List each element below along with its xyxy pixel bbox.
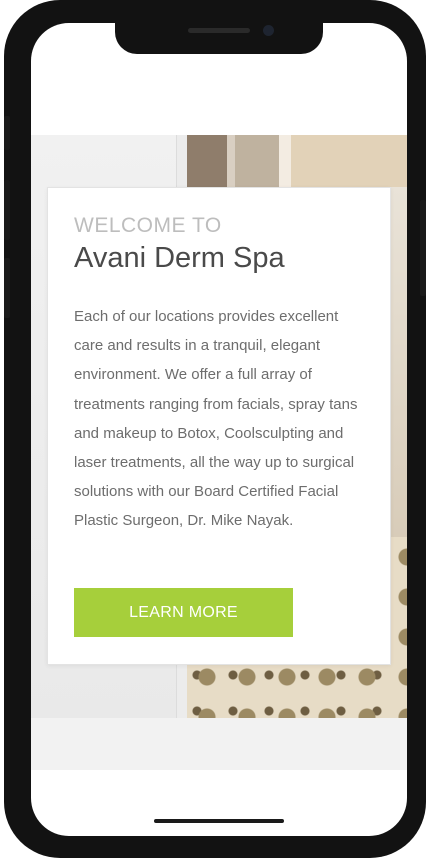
screen: WELCOME TO Avani Derm Spa Each of our lo… <box>31 23 407 836</box>
front-camera-icon <box>263 25 274 36</box>
welcome-title: Avani Derm Spa <box>74 242 285 274</box>
power-button <box>420 200 426 296</box>
learn-more-button[interactable]: LEARN MORE <box>74 588 293 637</box>
phone-frame: WELCOME TO Avani Derm Spa Each of our lo… <box>4 0 426 858</box>
speaker-grille <box>188 28 250 33</box>
section-divider-band <box>31 718 407 770</box>
hero-image-doors <box>187 135 407 187</box>
welcome-card: WELCOME TO Avani Derm Spa Each of our lo… <box>47 187 391 665</box>
notch <box>115 23 323 54</box>
home-indicator[interactable] <box>154 819 284 823</box>
volume-down-button <box>4 258 10 318</box>
welcome-eyebrow: WELCOME TO <box>74 214 222 237</box>
mute-switch <box>4 116 10 150</box>
welcome-description: Each of our locations provides excellent… <box>74 308 358 530</box>
volume-up-button <box>4 180 10 240</box>
